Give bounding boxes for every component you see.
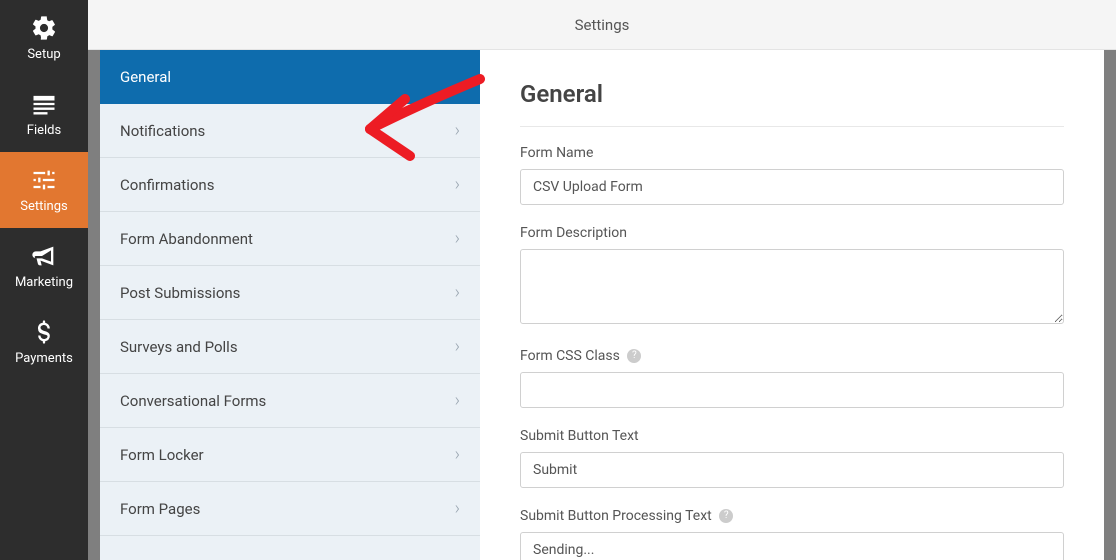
nav-label: Settings — [20, 199, 67, 214]
topbar: Settings — [88, 0, 1116, 50]
nav-fields[interactable]: Fields — [0, 76, 88, 152]
nav-label: Fields — [27, 123, 61, 138]
submenu-form-abandonment[interactable]: Form Abandonment › — [100, 212, 480, 266]
submenu-label: General — [120, 68, 171, 86]
help-icon[interactable]: ? — [627, 349, 641, 363]
topbar-title: Settings — [575, 16, 630, 34]
settings-submenu: General Notifications › Confirmations › … — [100, 50, 480, 560]
submit-button-text-input[interactable] — [520, 452, 1064, 488]
field-label: Form Name — [520, 145, 1064, 161]
submenu-conversational-forms[interactable]: Conversational Forms › — [100, 374, 480, 428]
chevron-right-icon: › — [455, 390, 460, 411]
panel-wrap: General Form Name Form Description Form … — [480, 50, 1104, 560]
gear-icon — [30, 14, 58, 42]
field-submit-button-text: Submit Button Text — [520, 428, 1064, 488]
submenu-confirmations[interactable]: Confirmations › — [100, 158, 480, 212]
form-description-input[interactable] — [520, 249, 1064, 324]
submenu-form-pages[interactable]: Form Pages › — [100, 482, 480, 536]
submenu-post-submissions[interactable]: Post Submissions › — [100, 266, 480, 320]
submenu-label: Form Pages — [120, 500, 200, 518]
submenu-form-locker[interactable]: Form Locker › — [100, 428, 480, 482]
help-icon[interactable]: ? — [719, 509, 733, 523]
field-form-description: Form Description — [520, 225, 1064, 328]
nav-settings[interactable]: Settings — [0, 152, 88, 228]
chevron-right-icon: › — [455, 174, 460, 195]
nav-label: Marketing — [15, 275, 73, 290]
submenu-label: Form Locker — [120, 446, 204, 464]
submenu-general[interactable]: General — [100, 50, 480, 104]
nav-rail: Setup Fields Settings Marketing Payments — [0, 0, 88, 560]
chevron-right-icon: › — [455, 120, 460, 141]
submenu-label: Form Abandonment — [120, 230, 253, 248]
field-label: Form CSS Class ? — [520, 348, 1064, 364]
submenu-label: Conversational Forms — [120, 392, 266, 410]
submenu-label: Notifications — [120, 122, 205, 140]
submenu-label: Surveys and Polls — [120, 338, 238, 356]
submenu-label: Post Submissions — [120, 284, 240, 302]
field-label-text: Form CSS Class — [520, 348, 620, 364]
list-icon — [30, 90, 58, 118]
submenu-surveys-polls[interactable]: Surveys and Polls › — [100, 320, 480, 374]
nav-label: Payments — [15, 351, 73, 366]
submenu-notifications[interactable]: Notifications › — [100, 104, 480, 158]
field-submit-button-processing-text: Submit Button Processing Text ? — [520, 508, 1064, 560]
nav-payments[interactable]: Payments — [0, 304, 88, 380]
field-label: Submit Button Text — [520, 428, 1064, 444]
chevron-right-icon: › — [455, 228, 460, 249]
settings-panel: General Form Name Form Description Form … — [480, 50, 1104, 560]
field-form-name: Form Name — [520, 145, 1064, 205]
form-css-class-input[interactable] — [520, 372, 1064, 408]
panel-heading: General — [520, 80, 1064, 108]
divider — [520, 126, 1064, 127]
form-name-input[interactable] — [520, 169, 1064, 205]
field-form-css-class: Form CSS Class ? — [520, 348, 1064, 408]
chevron-right-icon: › — [455, 444, 460, 465]
nav-marketing[interactable]: Marketing — [0, 228, 88, 304]
bullhorn-icon — [30, 242, 58, 270]
nav-label: Setup — [27, 47, 60, 62]
chevron-right-icon: › — [455, 282, 460, 303]
dollar-icon — [30, 318, 58, 346]
sliders-icon — [30, 166, 58, 194]
nav-setup[interactable]: Setup — [0, 0, 88, 76]
field-label: Form Description — [520, 225, 1064, 241]
field-label: Submit Button Processing Text ? — [520, 508, 1064, 524]
chevron-right-icon: › — [455, 336, 460, 357]
submenu-label: Confirmations — [120, 176, 214, 194]
submit-button-processing-text-input[interactable] — [520, 532, 1064, 560]
field-label-text: Submit Button Processing Text — [520, 508, 712, 524]
chevron-right-icon: › — [455, 498, 460, 519]
